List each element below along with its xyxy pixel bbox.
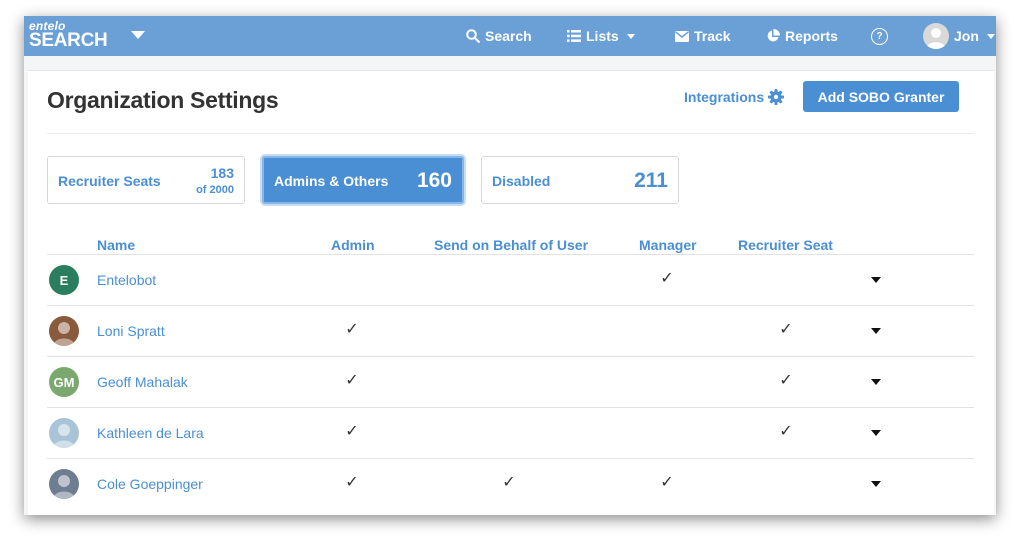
checkmark-icon: ✓ (779, 423, 793, 440)
stat-label: Recruiter Seats (58, 173, 161, 189)
tab-recruiter-seats[interactable]: Recruiter Seats 183 of 2000 (47, 156, 245, 204)
checkmark-icon: ✓ (660, 270, 674, 287)
user-name-link[interactable]: Entelobot (97, 272, 156, 288)
checkmark-icon: ✓ (345, 474, 359, 491)
user-menu[interactable]: Jon (923, 16, 995, 56)
integrations-label: Integrations (684, 89, 765, 105)
pie-chart-icon (767, 29, 780, 42)
app-switcher-caret-icon[interactable] (131, 31, 145, 39)
stat-value: 183 (210, 165, 234, 181)
nav-track[interactable]: Track (675, 16, 731, 56)
row-menu-caret-icon[interactable] (871, 481, 881, 487)
tab-admins-others[interactable]: Admins & Others 160 (262, 156, 464, 204)
search-icon (466, 29, 480, 43)
table-row[interactable]: Cole Goeppinger ✓ ✓ ✓ (47, 458, 974, 510)
chevron-down-icon (626, 33, 635, 39)
avatar-initials: GM (53, 374, 75, 390)
list-icon (567, 30, 581, 42)
avatar (49, 316, 79, 346)
table-row[interactable]: GM Geoff Mahalak ✓ ✓ (47, 356, 974, 408)
settings-card: Organization Settings Integrations Add S… (28, 70, 994, 515)
help-button[interactable]: ? (871, 16, 888, 56)
help-icon: ? (871, 27, 888, 45)
tab-disabled[interactable]: Disabled 211 (481, 156, 679, 204)
add-sobo-granter-button[interactable]: Add SOBO Granter (803, 81, 959, 112)
checkmark-icon: ✓ (345, 423, 359, 440)
stat-value: 211 (634, 169, 668, 192)
table-row[interactable]: E Entelobot ✓ (47, 254, 974, 306)
stat-label: Disabled (492, 173, 551, 189)
row-menu-caret-icon[interactable] (871, 430, 881, 436)
avatar (49, 418, 79, 448)
chevron-down-icon (986, 33, 995, 39)
nav-lists-label: Lists (586, 28, 619, 44)
user-name-link[interactable]: Loni Spratt (97, 323, 165, 339)
column-header-name[interactable]: Name (97, 237, 135, 253)
nav-track-label: Track (694, 28, 731, 44)
entelo-logo[interactable]: entelo SEARCH (29, 20, 108, 51)
table-row[interactable]: Loni Spratt ✓ ✓ (47, 305, 974, 357)
gear-icon (768, 89, 785, 105)
avatar (49, 469, 79, 499)
stat-label: Admins & Others (274, 173, 389, 189)
logo-big-text: SEARCH (29, 30, 108, 51)
avatar: GM (49, 367, 79, 397)
row-menu-caret-icon[interactable] (871, 328, 881, 334)
app-window: entelo SEARCH Search Lists Track Reports… (24, 16, 996, 515)
top-navbar: entelo SEARCH Search Lists Track Reports… (24, 16, 996, 56)
stat-sub-value: of 2000 (196, 184, 234, 196)
checkmark-icon: ✓ (502, 474, 516, 491)
nav-search[interactable]: Search (466, 16, 532, 56)
checkmark-icon: ✓ (779, 372, 793, 389)
table-row[interactable]: Kathleen de Lara ✓ ✓ (47, 407, 974, 459)
column-header-admin[interactable]: Admin (331, 237, 375, 253)
header-divider (47, 133, 974, 134)
row-menu-caret-icon[interactable] (871, 379, 881, 385)
user-name-link[interactable]: Geoff Mahalak (97, 374, 188, 390)
user-name: Jon (954, 28, 979, 44)
user-silhouette-icon (926, 28, 946, 49)
column-header-sobo[interactable]: Send on Behalf of User (434, 237, 588, 253)
checkmark-icon: ✓ (345, 372, 359, 389)
column-header-manager[interactable]: Manager (639, 237, 697, 253)
nav-lists[interactable]: Lists (567, 16, 635, 56)
user-avatar (923, 23, 949, 49)
column-header-recruiter-seat[interactable]: Recruiter Seat (738, 237, 833, 253)
nav-reports[interactable]: Reports (766, 16, 838, 56)
envelope-icon (675, 30, 689, 42)
help-icon-glyph: ? (876, 30, 883, 42)
row-menu-caret-icon[interactable] (871, 277, 881, 283)
integrations-link[interactable]: Integrations (684, 89, 785, 105)
avatar-initials: E (59, 272, 69, 288)
checkmark-icon: ✓ (345, 321, 359, 338)
user-name-link[interactable]: Cole Goeppinger (97, 476, 203, 492)
checkmark-icon: ✓ (779, 321, 793, 338)
user-name-link[interactable]: Kathleen de Lara (97, 425, 204, 441)
stat-value: 160 (416, 169, 452, 192)
nav-search-label: Search (485, 28, 532, 44)
page-title: Organization Settings (47, 87, 279, 113)
nav-reports-label: Reports (785, 28, 838, 44)
checkmark-icon: ✓ (660, 474, 674, 491)
avatar: E (49, 265, 79, 295)
